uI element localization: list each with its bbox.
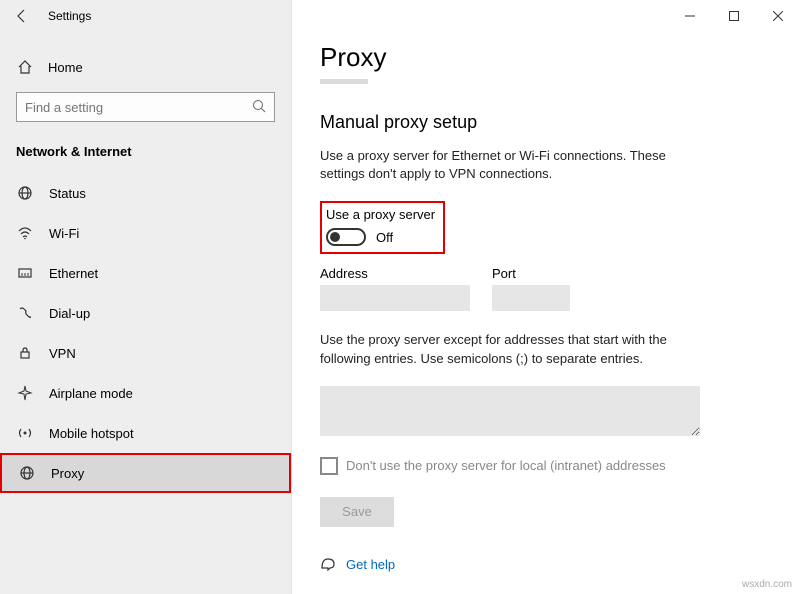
- ethernet-icon: [16, 264, 34, 282]
- wifi-icon: [16, 224, 34, 242]
- globe-icon: [18, 464, 36, 482]
- address-input[interactable]: [320, 285, 470, 311]
- maximize-button[interactable]: [712, 1, 756, 31]
- sidebar-item-label: Mobile hotspot: [49, 426, 134, 441]
- titlebar: Settings: [0, 0, 800, 32]
- local-checkbox-label: Don't use the proxy server for local (in…: [346, 458, 666, 473]
- content-area: Proxy Manual proxy setup Use a proxy ser…: [292, 0, 800, 594]
- nav-list: Status Wi-Fi Ethernet Dial-up VPN Airpla…: [0, 173, 291, 493]
- minimize-icon: [685, 11, 695, 21]
- help-icon: [320, 555, 336, 574]
- sidebar-item-label: Dial-up: [49, 306, 90, 321]
- sidebar-item-ethernet[interactable]: Ethernet: [0, 253, 291, 293]
- close-button[interactable]: [756, 1, 800, 31]
- airplane-icon: [16, 384, 34, 402]
- hotspot-icon: [16, 424, 34, 442]
- sidebar-item-airplane[interactable]: Airplane mode: [0, 373, 291, 413]
- dialup-icon: [16, 304, 34, 322]
- sidebar-item-wifi[interactable]: Wi-Fi: [0, 213, 291, 253]
- sidebar-item-hotspot[interactable]: Mobile hotspot: [0, 413, 291, 453]
- home-link[interactable]: Home: [0, 50, 291, 84]
- close-icon: [773, 11, 783, 21]
- local-checkbox[interactable]: [320, 457, 338, 475]
- page-title: Proxy: [320, 42, 772, 73]
- back-button[interactable]: [14, 8, 30, 24]
- search-input[interactable]: [25, 100, 252, 115]
- vpn-icon: [16, 344, 34, 362]
- help-link[interactable]: Get help: [320, 555, 772, 574]
- save-button[interactable]: Save: [320, 497, 394, 527]
- help-label: Get help: [346, 557, 395, 572]
- sidebar-item-label: Wi-Fi: [49, 226, 79, 241]
- section-title: Manual proxy setup: [320, 112, 772, 133]
- sidebar-item-label: Status: [49, 186, 86, 201]
- sidebar-item-vpn[interactable]: VPN: [0, 333, 291, 373]
- port-input[interactable]: [492, 285, 570, 311]
- home-icon: [16, 58, 34, 76]
- sidebar-item-proxy[interactable]: Proxy: [0, 453, 291, 493]
- port-label: Port: [492, 266, 570, 281]
- arrow-left-icon: [14, 8, 30, 24]
- toggle-knob: [330, 232, 340, 242]
- proxy-toggle[interactable]: [326, 228, 366, 246]
- toggle-state: Off: [376, 230, 393, 245]
- sidebar-item-label: Proxy: [51, 466, 84, 481]
- search-icon: [252, 99, 266, 116]
- sidebar: Home Network & Internet Status Wi-Fi Eth…: [0, 0, 292, 594]
- title-underline: [320, 79, 368, 84]
- exceptions-input[interactable]: [320, 386, 700, 436]
- sidebar-item-label: Ethernet: [49, 266, 98, 281]
- category-heading: Network & Internet: [0, 136, 291, 173]
- search-box[interactable]: [16, 92, 275, 122]
- sidebar-item-label: Airplane mode: [49, 386, 133, 401]
- status-icon: [16, 184, 34, 202]
- watermark: wsxdn.com: [742, 579, 792, 590]
- address-label: Address: [320, 266, 470, 281]
- toggle-label: Use a proxy server: [326, 207, 435, 222]
- maximize-icon: [729, 11, 739, 21]
- home-label: Home: [48, 60, 83, 75]
- sidebar-item-dialup[interactable]: Dial-up: [0, 293, 291, 333]
- section-description: Use a proxy server for Ethernet or Wi-Fi…: [320, 147, 690, 183]
- window-title: Settings: [48, 9, 91, 23]
- highlight-box: Use a proxy server Off: [320, 201, 445, 254]
- exceptions-description: Use the proxy server except for addresse…: [320, 331, 690, 367]
- sidebar-item-status[interactable]: Status: [0, 173, 291, 213]
- minimize-button[interactable]: [668, 1, 712, 31]
- sidebar-item-label: VPN: [49, 346, 76, 361]
